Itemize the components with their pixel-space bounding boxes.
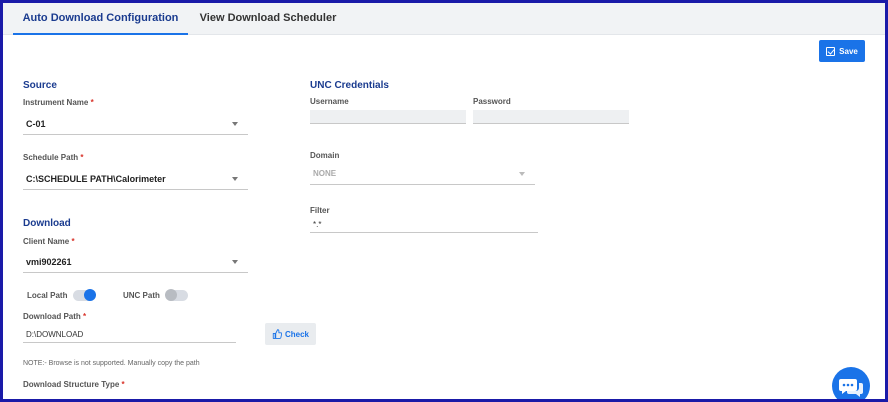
unc-path-label: UNC Path [123, 291, 160, 300]
browse-note: NOTE:- Browse is not supported. Manually… [23, 360, 200, 367]
download-structure-type-label: Download Structure Type * [23, 380, 125, 389]
chat-button[interactable] [832, 367, 870, 399]
client-name-label-text: Client Name [23, 237, 70, 246]
username-label: Username [310, 97, 349, 106]
chat-bubbles-icon [839, 379, 863, 397]
checkbox-icon [826, 46, 836, 56]
domain-value: NONE [313, 169, 337, 178]
domain-select[interactable]: NONE [310, 163, 535, 185]
unc-path-toggle-row: UNC Path [123, 289, 188, 301]
password-input[interactable] [473, 110, 629, 124]
username-input[interactable] [310, 110, 466, 124]
client-name-label: Client Name * [23, 237, 75, 246]
required-mark: * [90, 98, 94, 107]
download-path-label-text: Download Path [23, 312, 81, 321]
instrument-name-label-text: Instrument Name [23, 98, 89, 107]
chevron-down-icon [232, 260, 238, 264]
schedule-path-value: C:\SCHEDULE PATH\Calorimeter [26, 174, 166, 184]
tab-bar: Auto Download Configuration View Downloa… [3, 3, 885, 35]
save-button[interactable]: Save [819, 40, 865, 62]
local-path-toggle[interactable] [73, 289, 97, 301]
tab-auto-download-configuration[interactable]: Auto Download Configuration [13, 3, 188, 35]
domain-label: Domain [310, 151, 340, 160]
filter-input[interactable]: *.* [310, 217, 538, 233]
required-mark: * [80, 153, 84, 162]
chevron-down-icon [232, 177, 238, 181]
filter-label: Filter [310, 206, 330, 215]
instrument-name-value: C-01 [26, 119, 46, 129]
tab-view-download-scheduler[interactable]: View Download Scheduler [193, 3, 343, 35]
toggle-knob [164, 289, 177, 301]
unc-path-toggle[interactable] [164, 289, 188, 301]
local-path-label: Local Path [27, 291, 68, 300]
check-button-label: Check [284, 329, 309, 339]
instrument-name-select[interactable]: C-01 [23, 113, 248, 135]
required-mark: * [83, 312, 87, 321]
save-button-label: Save [839, 46, 858, 56]
unc-credentials-title: UNC Credentials [310, 80, 389, 91]
required-mark: * [121, 380, 125, 389]
app-frame: Auto Download Configuration View Downloa… [0, 0, 888, 402]
required-mark: * [71, 237, 75, 246]
schedule-path-label-text: Schedule Path [23, 153, 79, 162]
schedule-path-select[interactable]: C:\SCHEDULE PATH\Calorimeter [23, 168, 248, 190]
download-path-label: Download Path * [23, 312, 86, 321]
download-section-title: Download [23, 218, 71, 229]
password-label: Password [473, 97, 511, 106]
source-section-title: Source [23, 80, 57, 91]
download-structure-type-label-text: Download Structure Type [23, 380, 120, 389]
local-path-toggle-row: Local Path [27, 289, 97, 301]
toggle-knob [84, 289, 97, 301]
thumbs-up-icon [272, 329, 282, 339]
client-name-select[interactable]: vmi902261 [23, 251, 248, 273]
client-name-value: vmi902261 [26, 257, 72, 267]
chevron-down-icon [519, 172, 525, 176]
chevron-down-icon [232, 122, 238, 126]
instrument-name-label: Instrument Name * [23, 98, 94, 107]
download-path-input[interactable]: D:\DOWNLOAD [23, 327, 236, 343]
schedule-path-label: Schedule Path * [23, 153, 83, 162]
check-button[interactable]: Check [265, 323, 316, 345]
